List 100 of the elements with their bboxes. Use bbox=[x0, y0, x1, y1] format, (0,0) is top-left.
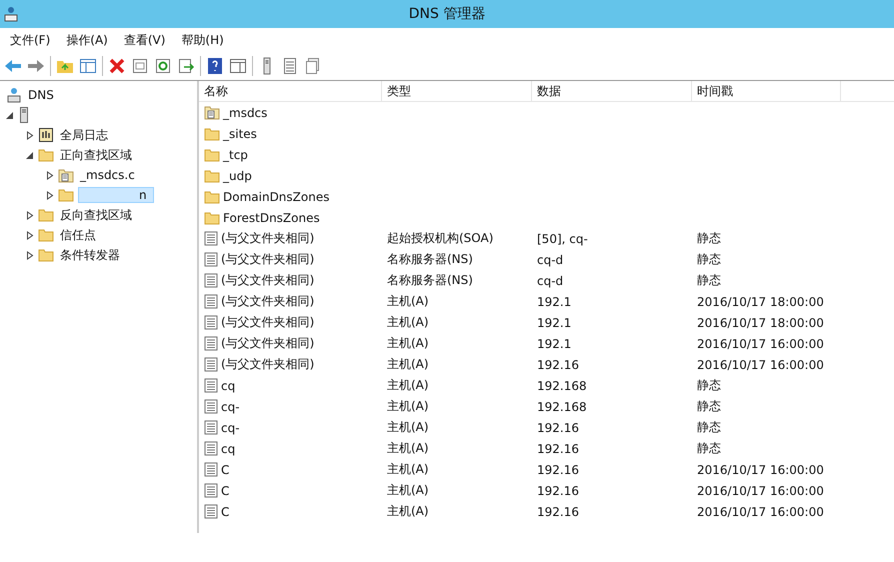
record-icon bbox=[204, 483, 218, 498]
tree-item[interactable]: n bbox=[78, 187, 154, 203]
name-cell: cq bbox=[221, 378, 236, 392]
name-cell: _udp bbox=[223, 168, 252, 182]
timestamp-cell: 2016/10/17 16:00:00 bbox=[697, 462, 824, 476]
data-cell: 192.16 bbox=[537, 358, 579, 372]
expand-icon[interactable] bbox=[26, 130, 34, 140]
folder-icon bbox=[38, 248, 54, 262]
name-cell: ForestDnsZones bbox=[223, 210, 320, 224]
menu-item[interactable]: 操作(A) bbox=[60, 32, 114, 48]
tree-item[interactable]: _msdcs.c bbox=[78, 168, 137, 182]
tree-item[interactable]: 正向查找区域 bbox=[58, 146, 134, 164]
expand-icon[interactable] bbox=[26, 250, 34, 260]
data-cell: 192.168 bbox=[537, 400, 587, 414]
expand-icon[interactable] bbox=[26, 210, 34, 220]
name-cell: _msdcs bbox=[223, 106, 268, 120]
name-cell: cq- bbox=[221, 420, 240, 434]
help-button[interactable] bbox=[206, 57, 224, 75]
data-cell: 192.16 bbox=[537, 504, 579, 518]
name-cell: (与父文件夹相同) bbox=[221, 314, 314, 331]
folder-icon bbox=[204, 148, 220, 162]
refresh-button[interactable] bbox=[154, 57, 172, 75]
type-cell: 主机(A) bbox=[387, 398, 429, 415]
folder-icon bbox=[38, 228, 54, 242]
zone-icon bbox=[204, 105, 220, 120]
column-header[interactable]: 名称 bbox=[199, 81, 382, 101]
timestamp-cell: 2016/10/17 16:00:00 bbox=[697, 336, 824, 350]
record-icon bbox=[204, 252, 218, 267]
name-cell: (与父文件夹相同) bbox=[221, 335, 314, 352]
tree-item[interactable]: DNS bbox=[26, 88, 56, 102]
copy-button[interactable] bbox=[304, 57, 322, 75]
tree-item[interactable]: 反向查找区域 bbox=[58, 206, 134, 224]
menu-item[interactable]: 文件(F) bbox=[4, 32, 56, 48]
timestamp-cell: 2016/10/17 18:00:00 bbox=[697, 316, 824, 330]
record-icon bbox=[204, 420, 218, 435]
timestamp-cell: 静态 bbox=[697, 377, 721, 394]
name-cell: C bbox=[221, 462, 230, 476]
name-cell: C bbox=[221, 484, 230, 498]
record-icon bbox=[204, 378, 218, 393]
list-button[interactable] bbox=[281, 57, 299, 75]
type-cell: 主机(A) bbox=[387, 314, 429, 331]
type-cell: 主机(A) bbox=[387, 419, 429, 436]
menu-item[interactable]: 帮助(H) bbox=[175, 32, 230, 48]
properties-button[interactable] bbox=[131, 57, 149, 75]
data-cell: 192.1 bbox=[537, 294, 572, 308]
column-header[interactable]: 时间戳 bbox=[692, 81, 841, 101]
type-cell: 名称服务器(NS) bbox=[387, 272, 473, 289]
name-cell: (与父文件夹相同) bbox=[221, 230, 314, 247]
column-header[interactable]: 类型 bbox=[382, 81, 532, 101]
collapse-icon[interactable] bbox=[6, 110, 14, 120]
record-icon bbox=[204, 273, 218, 288]
folder-icon bbox=[204, 210, 220, 224]
delete-button[interactable] bbox=[108, 57, 126, 75]
name-cell: (与父文件夹相同) bbox=[221, 356, 314, 373]
record-icon bbox=[204, 357, 218, 372]
collapse-icon[interactable] bbox=[26, 150, 34, 160]
type-cell: 主机(A) bbox=[387, 377, 429, 394]
expand-icon[interactable] bbox=[46, 190, 54, 200]
expand-icon[interactable] bbox=[46, 170, 54, 180]
record-icon bbox=[204, 315, 218, 330]
expand-icon[interactable] bbox=[26, 230, 34, 240]
data-cell: 192.16 bbox=[537, 442, 579, 456]
data-cell: 192.16 bbox=[537, 420, 579, 434]
type-cell: 主机(A) bbox=[387, 482, 429, 499]
dns-icon bbox=[6, 87, 22, 103]
name-cell: DomainDnsZones bbox=[223, 190, 330, 204]
data-cell: cq-d bbox=[537, 252, 564, 266]
data-cell: cq-d bbox=[537, 274, 564, 288]
name-cell: (与父文件夹相同) bbox=[221, 293, 314, 310]
tree-item[interactable]: 信任点 bbox=[58, 226, 98, 244]
forward-button[interactable] bbox=[27, 57, 45, 75]
tree-item[interactable]: 全局日志 bbox=[58, 126, 110, 144]
timestamp-cell: 2016/10/17 18:00:00 bbox=[697, 294, 824, 308]
timestamp-cell: 静态 bbox=[697, 398, 721, 415]
type-cell: 主机(A) bbox=[387, 293, 429, 310]
name-cell: (与父文件夹相同) bbox=[221, 251, 314, 268]
record-icon bbox=[204, 336, 218, 351]
timestamp-cell: 2016/10/17 16:00:00 bbox=[697, 358, 824, 372]
data-cell: 192.1 bbox=[537, 336, 572, 350]
name-cell: cq- bbox=[221, 400, 240, 414]
timestamp-cell: 静态 bbox=[697, 419, 721, 436]
data-cell: 192.1 bbox=[537, 316, 572, 330]
back-button[interactable] bbox=[4, 57, 22, 75]
type-cell: 名称服务器(NS) bbox=[387, 251, 473, 268]
folder-icon bbox=[204, 190, 220, 204]
record-icon bbox=[204, 399, 218, 414]
name-cell: _tcp bbox=[223, 148, 248, 162]
type-cell: 主机(A) bbox=[387, 461, 429, 478]
data-cell: [50], cq- bbox=[537, 232, 588, 246]
menu-item[interactable]: 查看(V) bbox=[118, 32, 172, 48]
data-cell: 192.168 bbox=[537, 378, 587, 392]
column-header[interactable]: 数据 bbox=[532, 81, 692, 101]
name-cell: cq bbox=[221, 442, 236, 456]
type-cell: 主机(A) bbox=[387, 503, 429, 520]
tree-item[interactable]: 条件转发器 bbox=[58, 246, 122, 264]
record-icon bbox=[204, 504, 218, 519]
export-button[interactable] bbox=[177, 57, 195, 75]
action-pane-button[interactable] bbox=[229, 57, 247, 75]
pane-toggle-button[interactable] bbox=[79, 57, 97, 75]
timestamp-cell: 静态 bbox=[697, 251, 721, 268]
